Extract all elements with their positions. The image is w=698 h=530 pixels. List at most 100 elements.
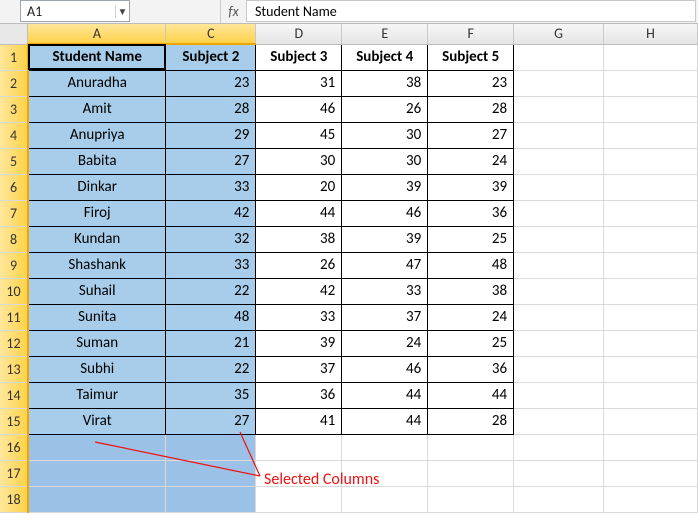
cell-h1[interactable] bbox=[604, 44, 698, 70]
cell[interactable]: 36 bbox=[428, 356, 514, 382]
row-header[interactable]: 17 bbox=[0, 460, 28, 486]
cell[interactable]: 38 bbox=[342, 70, 428, 96]
cell[interactable]: 22 bbox=[166, 356, 256, 382]
cell-d1[interactable]: Subject 3 bbox=[256, 44, 342, 70]
cell[interactable]: 24 bbox=[342, 330, 428, 356]
cell[interactable]: 46 bbox=[342, 200, 428, 226]
cell[interactable] bbox=[604, 252, 698, 278]
cell[interactable] bbox=[604, 434, 698, 460]
cell[interactable]: 37 bbox=[342, 304, 428, 330]
cell[interactable] bbox=[604, 174, 698, 200]
row-header[interactable]: 9 bbox=[0, 252, 28, 278]
cell[interactable]: 30 bbox=[342, 122, 428, 148]
cell[interactable]: 22 bbox=[166, 278, 256, 304]
cell-c1[interactable]: Subject 2 bbox=[166, 44, 256, 70]
cell[interactable] bbox=[514, 356, 604, 382]
cell[interactable]: Shashank bbox=[28, 252, 166, 278]
fx-icon[interactable]: fx bbox=[220, 0, 246, 23]
cell[interactable]: Suhail bbox=[28, 278, 166, 304]
cell[interactable] bbox=[514, 304, 604, 330]
cell[interactable]: 26 bbox=[256, 252, 342, 278]
cell[interactable]: 33 bbox=[256, 304, 342, 330]
row-header[interactable]: 1 bbox=[0, 44, 28, 70]
cell[interactable]: 27 bbox=[428, 122, 514, 148]
row-header[interactable]: 3 bbox=[0, 96, 28, 122]
row-header[interactable]: 5 bbox=[0, 148, 28, 174]
cell[interactable]: 26 bbox=[342, 96, 428, 122]
cell[interactable]: 23 bbox=[166, 70, 256, 96]
row-header[interactable]: 15 bbox=[0, 408, 28, 434]
cell[interactable] bbox=[28, 486, 166, 512]
cell[interactable]: 30 bbox=[342, 148, 428, 174]
row-header[interactable]: 16 bbox=[0, 434, 28, 460]
cell[interactable]: 27 bbox=[166, 148, 256, 174]
cell[interactable]: 36 bbox=[428, 200, 514, 226]
cell[interactable]: Babita bbox=[28, 148, 166, 174]
row-header[interactable]: 18 bbox=[0, 486, 28, 512]
cell[interactable]: 39 bbox=[342, 226, 428, 252]
cell[interactable]: 21 bbox=[166, 330, 256, 356]
cell[interactable] bbox=[514, 382, 604, 408]
cell[interactable]: 33 bbox=[342, 278, 428, 304]
cell[interactable] bbox=[604, 96, 698, 122]
cell[interactable] bbox=[514, 460, 604, 486]
cell[interactable] bbox=[604, 330, 698, 356]
cell[interactable] bbox=[604, 148, 698, 174]
cell[interactable] bbox=[514, 148, 604, 174]
cell[interactable]: Firoj bbox=[28, 200, 166, 226]
cell[interactable]: 38 bbox=[256, 226, 342, 252]
cell[interactable] bbox=[514, 174, 604, 200]
cell[interactable]: 46 bbox=[342, 356, 428, 382]
cell[interactable]: 20 bbox=[256, 174, 342, 200]
cell[interactable] bbox=[604, 70, 698, 96]
col-header-a[interactable]: A bbox=[28, 24, 166, 44]
cell[interactable]: Amit bbox=[28, 96, 166, 122]
cell[interactable]: Taimur bbox=[28, 382, 166, 408]
cell[interactable]: 27 bbox=[166, 408, 256, 434]
cell[interactable]: 25 bbox=[428, 226, 514, 252]
cell[interactable]: Anuradha bbox=[28, 70, 166, 96]
cell[interactable] bbox=[342, 434, 428, 460]
cell[interactable]: 30 bbox=[256, 148, 342, 174]
col-header-e[interactable]: E bbox=[342, 24, 428, 44]
row-header[interactable]: 6 bbox=[0, 174, 28, 200]
row-header[interactable]: 7 bbox=[0, 200, 28, 226]
cell[interactable]: 44 bbox=[342, 382, 428, 408]
cell[interactable] bbox=[428, 460, 514, 486]
cell[interactable]: 32 bbox=[166, 226, 256, 252]
cell[interactable] bbox=[28, 434, 166, 460]
cell[interactable]: 35 bbox=[166, 382, 256, 408]
cell[interactable]: 23 bbox=[428, 70, 514, 96]
cell[interactable]: Suman bbox=[28, 330, 166, 356]
cell[interactable]: 28 bbox=[166, 96, 256, 122]
cell[interactable]: 33 bbox=[166, 174, 256, 200]
cell[interactable]: 42 bbox=[166, 200, 256, 226]
cell[interactable]: 41 bbox=[256, 408, 342, 434]
cell[interactable]: Subhi bbox=[28, 356, 166, 382]
cell[interactable] bbox=[604, 486, 698, 512]
cell[interactable] bbox=[428, 486, 514, 512]
cell[interactable] bbox=[604, 356, 698, 382]
cell[interactable]: Anupriya bbox=[28, 122, 166, 148]
cell[interactable] bbox=[604, 122, 698, 148]
cell[interactable]: 24 bbox=[428, 304, 514, 330]
name-box[interactable]: A1 ▼ bbox=[20, 0, 130, 22]
col-header-f[interactable]: F bbox=[428, 24, 514, 44]
row-header[interactable]: 14 bbox=[0, 382, 28, 408]
cell[interactable] bbox=[342, 460, 428, 486]
row-header[interactable]: 4 bbox=[0, 122, 28, 148]
cell[interactable]: 29 bbox=[166, 122, 256, 148]
cell-e1[interactable]: Subject 4 bbox=[342, 44, 428, 70]
cell[interactable] bbox=[604, 278, 698, 304]
cell-f1[interactable]: Subject 5 bbox=[428, 44, 514, 70]
cell[interactable]: 28 bbox=[428, 96, 514, 122]
cell[interactable]: 42 bbox=[256, 278, 342, 304]
cell[interactable] bbox=[28, 460, 166, 486]
col-header-h[interactable]: H bbox=[604, 24, 698, 44]
cell[interactable]: 48 bbox=[428, 252, 514, 278]
formula-bar[interactable]: Student Name bbox=[246, 0, 696, 22]
cell[interactable]: Sunita bbox=[28, 304, 166, 330]
cell[interactable]: 38 bbox=[428, 278, 514, 304]
cell[interactable]: 24 bbox=[428, 148, 514, 174]
cell[interactable]: 39 bbox=[342, 174, 428, 200]
